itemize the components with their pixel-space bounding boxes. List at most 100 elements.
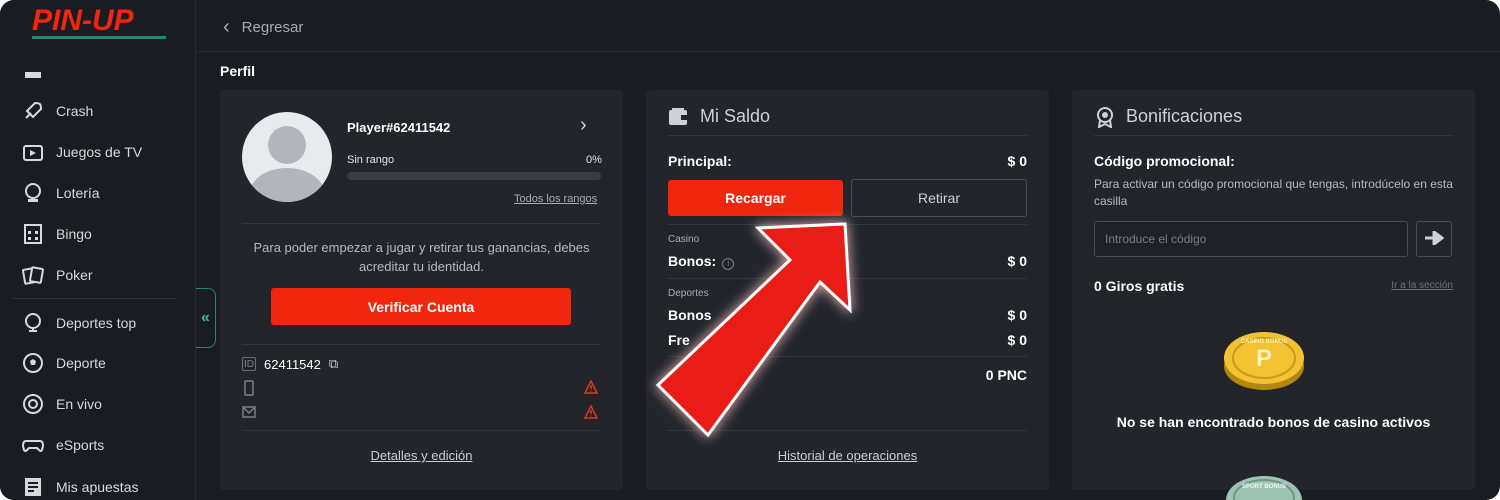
promo-code-title: Código promocional:	[1094, 153, 1235, 169]
operations-history-link[interactable]: Historial de operaciones	[646, 448, 1049, 463]
sidebar-item-my-bets[interactable]: Mis apuestas	[22, 472, 138, 500]
email-row	[242, 405, 256, 423]
warning-icon	[583, 379, 599, 397]
warning-icon	[583, 404, 599, 422]
chevron-right-icon[interactable]: ›	[580, 114, 587, 137]
bonus-title-text: Bonificaciones	[1126, 106, 1243, 126]
back-button[interactable]: ‹ Regresar	[223, 16, 303, 39]
svg-text:PIN-UP: PIN-UP	[32, 4, 135, 37]
tv-icon	[22, 141, 44, 163]
balance-card: Mi Saldo Principal: $ 0 Recargar Retirar…	[646, 90, 1049, 490]
sidebar-item-label: En vivo	[56, 396, 102, 412]
verify-text: Para poder empezar a jugar y retirar tus…	[253, 240, 590, 274]
withdraw-button[interactable]: Retirar	[851, 179, 1027, 217]
user-id-value: 62411542	[264, 356, 321, 372]
main-balance-value: $ 0	[1007, 153, 1027, 169]
divider	[668, 356, 1027, 357]
rank-label: Sin rango	[347, 154, 395, 166]
receipt-icon	[22, 476, 44, 498]
sidebar-divider	[12, 298, 177, 299]
pnc-value: 0 PNC	[985, 367, 1027, 383]
divider	[668, 278, 1027, 279]
freebet-label: Fre	[668, 332, 690, 348]
recharge-button[interactable]: Recargar	[668, 180, 843, 216]
divider	[1094, 135, 1453, 136]
casino-bonus-label: Bonos: i	[668, 253, 735, 270]
divider	[242, 430, 601, 431]
back-label: Regresar	[241, 19, 304, 36]
live-icon	[22, 393, 44, 415]
app-frame: PIN-UP Crash Juegos de TV Lotería Bingo …	[0, 0, 1500, 500]
profile-card: Player#62411542 › Sin rango 0% Todos los…	[220, 90, 623, 490]
bonus-title: Bonificaciones	[1094, 106, 1243, 128]
divider	[242, 223, 601, 224]
all-ranks-link[interactable]: Todos los rangos	[514, 193, 597, 205]
details-edit-link[interactable]: Detalles y edición	[220, 448, 623, 463]
sidebar-item-live[interactable]: En vivo	[22, 389, 102, 419]
promo-submit-button[interactable]	[1416, 221, 1452, 257]
free-spins-count: 0 Giros gratis	[1094, 278, 1185, 294]
no-bonus-message: No se han encontrado bonos de casino act…	[1116, 414, 1431, 430]
lottery-icon	[22, 182, 44, 204]
top-bar: ‹ Regresar	[197, 0, 1500, 52]
sports-section-label: Deportes	[668, 288, 709, 299]
sidebar-item-sport[interactable]: Deporte	[22, 348, 106, 378]
balance-title: Mi Saldo	[668, 106, 770, 127]
promo-code-description: Para activar un código promocional que t…	[1094, 177, 1453, 208]
verify-account-button[interactable]: Verificar Cuenta	[271, 288, 571, 325]
chevron-left-icon: ‹	[223, 16, 230, 38]
cards-icon	[22, 264, 44, 286]
sports-bonus-value: $ 0	[1007, 307, 1027, 323]
copy-icon[interactable]: ⧉	[329, 356, 338, 372]
bonus-card: Bonificaciones Código promocional: Para …	[1072, 90, 1475, 500]
sidebar-item-label: Juegos de TV	[56, 144, 143, 160]
sidebar-item-label: eSports	[56, 437, 105, 453]
sidebar-item-label: Lotería	[56, 185, 100, 201]
divider	[668, 135, 1027, 136]
sports-bonus-label: Bonos	[668, 307, 712, 323]
goto-section-link[interactable]: Ir a la sección	[1391, 280, 1453, 291]
sidebar-item-poker[interactable]: Poker	[22, 260, 93, 290]
sidebar-item-label: Bingo	[56, 226, 92, 242]
divider	[668, 430, 1027, 431]
divider	[242, 344, 601, 345]
player-name[interactable]: Player#62411542	[347, 120, 450, 135]
email-icon	[242, 405, 256, 423]
phone-icon	[242, 380, 256, 401]
sidebar-item-label: Deportes top	[56, 315, 137, 331]
arrow-right-icon	[1424, 228, 1445, 250]
sidebar-item-bingo[interactable]: Bingo	[22, 219, 92, 249]
sidebar-item-lottery[interactable]: Lotería	[22, 178, 100, 208]
user-id-row: ID 62411542 ⧉	[242, 356, 338, 372]
phone-row	[242, 380, 256, 401]
wallet-icon	[668, 107, 690, 127]
rank-percent: 0%	[586, 154, 602, 166]
sidebar-collapse-button[interactable]: «	[196, 288, 216, 348]
page-title: Perfil	[220, 63, 256, 79]
rank-progress-bar	[347, 172, 601, 180]
pinup-logo[interactable]: PIN-UP	[30, 0, 170, 46]
balance-title-text: Mi Saldo	[700, 106, 771, 126]
sidebar-item-tv[interactable]: Juegos de TV	[22, 137, 142, 167]
sidebar-item-esports[interactable]: eSports	[22, 430, 104, 460]
info-icon[interactable]: i	[722, 257, 735, 270]
sidebar-item-crash[interactable]: Crash	[22, 96, 93, 126]
sidebar-item-hidden[interactable]	[22, 62, 56, 92]
svg-text:P: P	[1256, 345, 1272, 372]
svg-text:SPORT BONUS: SPORT BONUS	[1242, 484, 1286, 490]
avatar[interactable]	[242, 112, 332, 202]
sidebar-item-label: Deporte	[56, 355, 106, 371]
soccer-ball-icon	[22, 352, 44, 374]
svg-text:CASINO BONUS: CASINO BONUS	[1241, 339, 1288, 345]
casino-bonus-coin-icon: P CASINO BONUS	[1222, 328, 1306, 392]
sidebar-item-label: Crash	[56, 103, 94, 119]
main-balance-label: Principal:	[668, 153, 732, 169]
double-chevron-left-icon: «	[201, 309, 210, 326]
sport-bonus-coin-icon: SPORT BONUS	[1224, 474, 1304, 500]
sidebar-item-top-sports[interactable]: Deportes top	[22, 308, 136, 338]
sidebar: PIN-UP Crash Juegos de TV Lotería Bingo …	[0, 0, 196, 500]
casino-bonus-value: $ 0	[1007, 253, 1027, 269]
promo-code-input[interactable]: Introduce el código	[1094, 221, 1408, 257]
medal-icon	[1094, 106, 1116, 128]
rocket-icon	[22, 100, 44, 122]
